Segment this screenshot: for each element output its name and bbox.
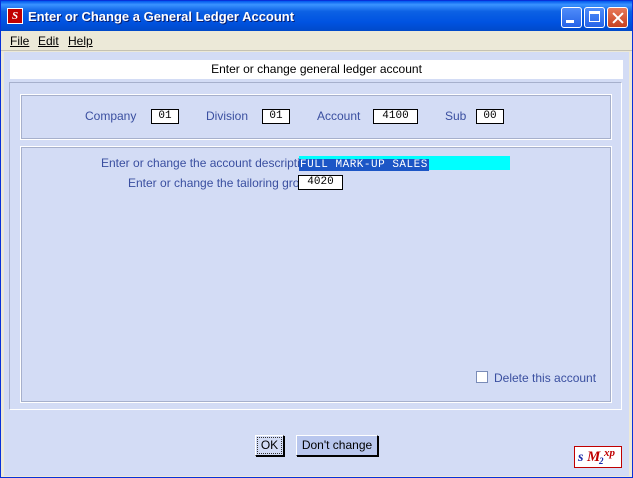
menu-file[interactable]: File (10, 34, 29, 48)
company-field[interactable]: 01 (151, 109, 179, 124)
menu-help-label: Help (68, 34, 93, 48)
menu-help[interactable]: Help (68, 34, 93, 48)
tailoring-group-field[interactable]: 4020 (298, 175, 343, 190)
window-title: Enter or Change a General Ledger Account (28, 9, 295, 24)
close-button[interactable] (607, 7, 628, 28)
form-banner: Enter or change general ledger account (10, 60, 623, 79)
company-label: Company (85, 109, 137, 123)
description-label: Enter or change the account description (101, 156, 314, 170)
division-field[interactable]: 01 (262, 109, 290, 124)
menu-bar: File Edit Help (1, 31, 632, 51)
logo-s: s (578, 450, 584, 465)
division-label: Division (206, 109, 249, 123)
sub-label: Sub (445, 109, 467, 123)
application-window: S Enter or Change a General Ledger Accou… (0, 0, 633, 478)
ok-button[interactable]: OK (255, 435, 284, 456)
delete-account-checkbox[interactable] (476, 371, 488, 383)
dont-change-button[interactable]: Don't change (296, 435, 378, 456)
title-bar[interactable]: S Enter or Change a General Ledger Accou… (1, 1, 632, 31)
description-value: FULL MARK-UP SALES (299, 159, 429, 171)
tailoring-group-label: Enter or change the tailoring group (128, 176, 313, 190)
logo-two: 2 (599, 456, 604, 466)
maximize-button[interactable] (584, 7, 605, 28)
sm2xp-logo: s M 2 xp (574, 446, 622, 468)
menu-edit[interactable]: Edit (38, 34, 59, 48)
ok-button-label: OK (257, 437, 282, 454)
minimize-button[interactable] (561, 7, 582, 28)
menu-edit-label: Edit (38, 34, 59, 48)
account-label: Account (317, 109, 361, 123)
app-icon[interactable]: S (7, 8, 23, 24)
logo-xp: xp (604, 447, 615, 459)
description-field[interactable]: FULL MARK-UP SALES (299, 156, 510, 171)
client-area: Enter or change general ledger account C… (4, 52, 629, 476)
delete-account-label: Delete this account (494, 371, 597, 385)
sub-field[interactable]: 00 (476, 109, 504, 124)
account-field[interactable]: 4100 (373, 109, 418, 124)
menu-file-label: File (10, 34, 30, 48)
